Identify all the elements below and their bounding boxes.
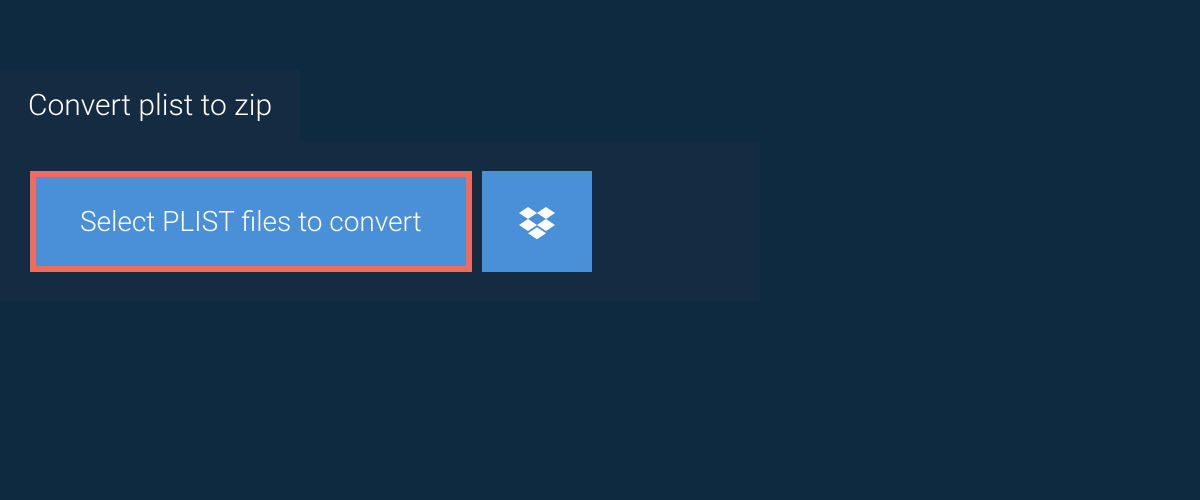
dropbox-icon <box>519 204 555 240</box>
tab-convert[interactable]: Convert plist to zip <box>0 70 300 141</box>
select-files-button-label: Select PLIST files to convert <box>80 205 422 238</box>
select-files-button[interactable]: Select PLIST files to convert <box>30 171 472 272</box>
tab-label: Convert plist to zip <box>28 88 272 123</box>
button-row: Select PLIST files to convert <box>30 171 730 272</box>
dropbox-button[interactable] <box>482 171 592 272</box>
upload-panel: Select PLIST files to convert <box>0 141 760 302</box>
